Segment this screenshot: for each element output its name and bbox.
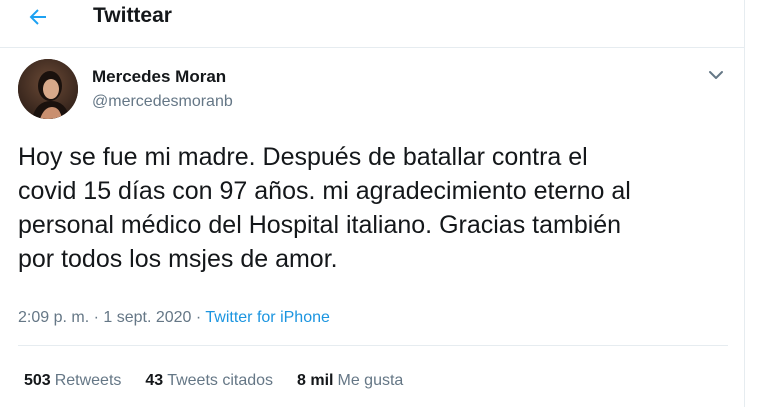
- quotes-stat[interactable]: 43 Tweets citados: [145, 371, 273, 391]
- meta-separator: ·: [191, 309, 206, 326]
- page-title: Twittear: [93, 4, 172, 27]
- tweet-page: Twittear Mercedes Moran @mercedesmoranb: [0, 0, 767, 407]
- retweets-stat[interactable]: 503 Retweets: [24, 371, 121, 391]
- back-button[interactable]: [18, 3, 58, 31]
- chevron-down-icon: [709, 71, 723, 79]
- avatar[interactable]: [18, 59, 78, 119]
- tweet-time[interactable]: 2:09 p. m.: [18, 309, 89, 326]
- tweet-menu-button[interactable]: [703, 65, 729, 85]
- quotes-count: 43: [145, 372, 164, 389]
- tweet-date[interactable]: 1 sept. 2020: [103, 309, 191, 326]
- retweets-label: Retweets: [54, 372, 122, 389]
- tweet-source-link[interactable]: Twitter for iPhone: [205, 309, 330, 326]
- meta-separator: ·: [89, 309, 104, 326]
- tweet-meta: 2:09 p. m. · 1 sept. 2020 · Twitter for …: [18, 308, 330, 328]
- quotes-label: Tweets citados: [167, 372, 274, 389]
- main-column: Twittear Mercedes Moran @mercedesmoranb: [0, 0, 745, 407]
- tweet-text: Hoy se fue mi madre. Después de batallar…: [18, 143, 631, 273]
- tweet-stats: 503 Retweets 43 Tweets citados 8 mil Me gus…: [24, 371, 427, 391]
- likes-stat[interactable]: 8 mil Me gusta: [297, 371, 403, 391]
- arrow-left-icon: [29, 9, 46, 25]
- divider: [18, 345, 728, 346]
- author-name[interactable]: Mercedes Moran: [92, 66, 226, 88]
- likes-count: 8 mil: [297, 372, 334, 389]
- author-handle[interactable]: @mercedesmoranb: [92, 92, 233, 112]
- retweets-count: 503: [24, 372, 51, 389]
- page-header: Twittear: [0, 0, 744, 48]
- profile-photo: [18, 59, 78, 119]
- likes-label: Me gusta: [337, 372, 404, 389]
